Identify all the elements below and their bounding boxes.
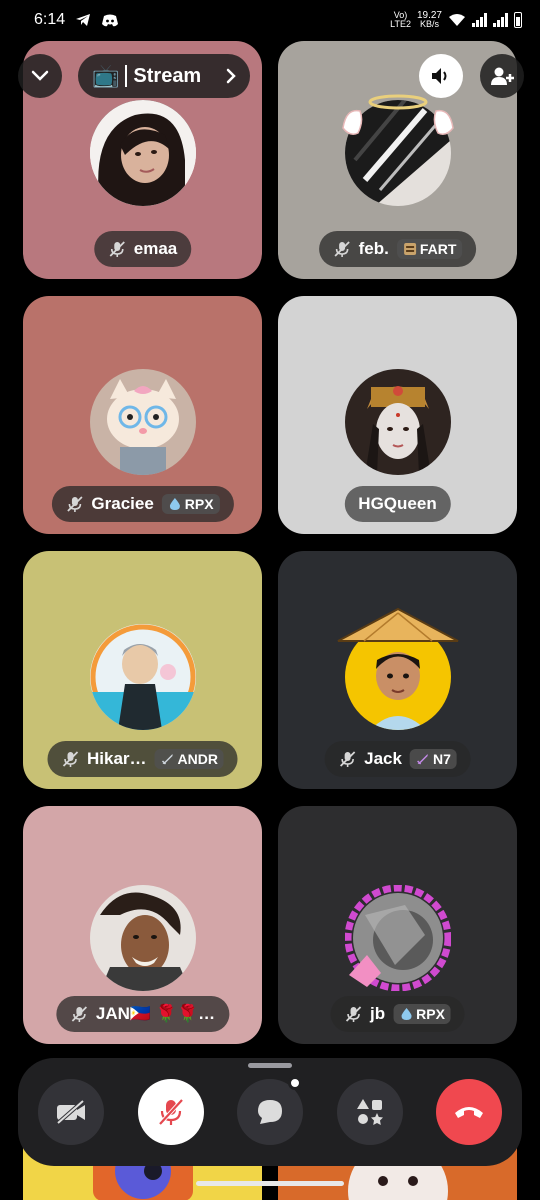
mic-muted-icon [66, 496, 83, 512]
avatar-image [89, 100, 196, 206]
mic-muted-icon [339, 751, 355, 767]
status-time: 6:14 [34, 11, 66, 28]
participant-name-pill: Graciee RPX [51, 486, 234, 522]
discord-icon [102, 14, 119, 26]
end-call-icon [455, 1107, 483, 1118]
wifi-icon [449, 14, 465, 26]
participant-name: jb [370, 1004, 386, 1023]
participant-tile-hikaru[interactable]: Hikar… ANDR [23, 551, 262, 789]
straw-hat-decoration-icon [337, 607, 459, 642]
mic-muted-icon [345, 1006, 361, 1022]
tv-icon: 📺 [92, 63, 120, 88]
battery-icon [514, 12, 522, 28]
participant-tile-jack[interactable]: Jack N7 [278, 551, 517, 789]
mic-off-icon [158, 1098, 184, 1126]
chat-notification-dot [288, 1076, 302, 1090]
server-tag: RPX [161, 494, 220, 514]
speaker-button[interactable] [419, 54, 463, 98]
participant-name: JAN🇵🇭 🌹🌹… [95, 1004, 216, 1023]
drag-handle[interactable] [248, 1063, 292, 1068]
avatar [344, 884, 451, 992]
participant-name: HGQueen [358, 494, 437, 513]
volte-badge: Vo) LTE2 [390, 10, 411, 29]
participant-name: emaa [133, 239, 178, 258]
network-speed: 19.27 KB/s [416, 10, 442, 29]
participant-name-pill: Hikar… ANDR [47, 741, 238, 777]
server-tag: RPX [393, 1004, 451, 1024]
chevron-right-icon [226, 68, 236, 84]
mic-muted-icon [62, 751, 78, 767]
speaker-icon [432, 68, 447, 84]
participant-name-pill: emaa [93, 231, 192, 267]
server-tag: FART [396, 239, 463, 259]
signal-icon [472, 13, 487, 27]
participant-tile-graciee[interactable]: Graciee RPX [23, 296, 262, 534]
water-drop-icon [401, 1008, 412, 1020]
mute-button[interactable] [138, 1079, 204, 1145]
invite-button[interactable] [480, 54, 524, 98]
participant-tile-jan[interactable]: JAN🇵🇭 🌹🌹… [23, 806, 262, 1044]
water-drop-icon [169, 498, 180, 510]
stream-divider [125, 65, 128, 87]
mic-muted-icon [71, 1006, 87, 1022]
server-tag: ANDR [154, 749, 224, 769]
avatar [344, 369, 451, 475]
activities-icon [357, 1099, 383, 1125]
participant-tile-jb[interactable]: jb RPX [278, 806, 517, 1044]
telegram-icon [76, 14, 91, 26]
status-bar: 6:14 Vo) LTE2 19.27 KB/s [0, 0, 540, 40]
avatar [89, 624, 196, 730]
camera-toggle-button[interactable] [38, 1079, 104, 1145]
avatar-image [89, 369, 196, 475]
disconnect-button[interactable] [436, 1079, 502, 1145]
angel-halo-decoration-icon [342, 94, 454, 135]
camera-off-icon [56, 1099, 85, 1125]
mic-muted-icon [333, 241, 350, 257]
participant-name-pill: Jack N7 [324, 741, 471, 777]
avatar [89, 369, 196, 475]
chat-bubble-icon [258, 1100, 282, 1124]
participant-name-pill: feb. FART [318, 231, 477, 267]
participant-name: feb. [358, 239, 389, 258]
mic-muted-icon [109, 241, 125, 257]
avatar-image [89, 885, 196, 991]
participant-name: Graciee [91, 494, 154, 513]
home-indicator[interactable] [196, 1181, 344, 1186]
avatar-image [344, 369, 451, 475]
stream-button[interactable]: 📺 Stream [78, 54, 250, 98]
avatar-image [344, 884, 451, 992]
sword-icon [417, 754, 428, 765]
participant-name-pill: JAN🇵🇭 🌹🌹… [55, 996, 230, 1032]
server-tag: N7 [409, 749, 457, 769]
tag-badge-icon [403, 243, 416, 255]
sword-icon [162, 754, 173, 765]
avatar-image [89, 624, 196, 730]
participant-name-pill: HGQueen [344, 486, 451, 522]
avatar [89, 885, 196, 991]
participant-tile-hgqueen[interactable]: HGQueen [278, 296, 517, 534]
collapse-button[interactable] [18, 54, 62, 98]
avatar [89, 100, 196, 206]
signal-2-icon [493, 13, 508, 27]
add-user-icon [491, 67, 514, 85]
stream-label: Stream [133, 64, 202, 87]
chevron-down-icon [31, 70, 49, 81]
participant-name: Hikar… [87, 749, 147, 768]
participant-name-pill: jb RPX [330, 996, 465, 1032]
activities-button[interactable] [337, 1079, 403, 1145]
participant-name: Jack [364, 749, 402, 768]
